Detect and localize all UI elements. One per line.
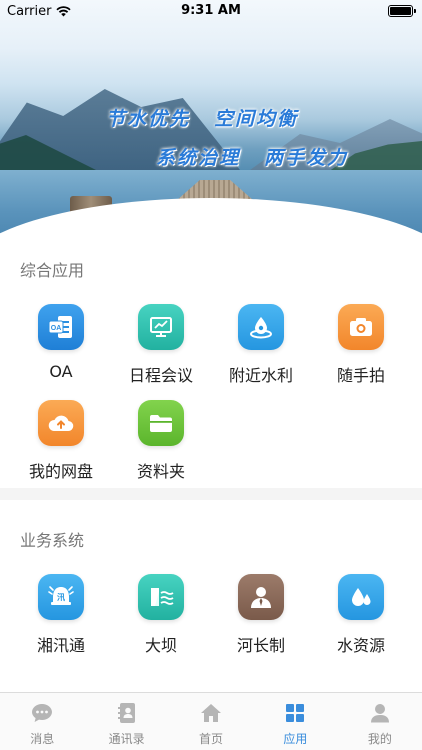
clock: 9:31 AM [181,3,241,18]
app-label: 附近水利 [228,366,293,385]
cloud-upload-icon [38,400,84,446]
app-folder[interactable]: 资料夹 [111,400,211,482]
banner-slogan-line1: 节水优先 空间均衡 [106,104,322,131]
app-snapshot[interactable]: 随手拍 [311,304,411,386]
tab-label: 首页 [199,732,224,746]
slogan-text: 系统治理 [156,147,241,169]
chat-bubble-icon [30,701,54,725]
river-chief-person-icon [238,574,284,620]
water-drops-icon [338,574,384,620]
section-title: 业务系统 [20,531,85,550]
home-icon [199,701,223,725]
banner-slogan-line2: 系统治理 两手发力 [156,143,372,170]
slogan-text: 空间均衡 [214,108,299,130]
tab-home[interactable]: 首页 [169,693,253,750]
dam-icon [138,574,184,620]
status-bar: Carrier 9:31 AM [0,0,422,22]
app-oa[interactable]: OA OA [11,304,111,381]
tab-contacts[interactable]: 通讯录 [84,693,168,750]
app-label: 水资源 [336,636,385,655]
svg-text:OA: OA [51,325,62,332]
water-location-icon [238,304,284,350]
app-label: 随手拍 [336,366,385,385]
tab-label: 通讯录 [108,732,145,746]
tab-label: 消息 [30,732,55,746]
app-label: 湘汛通 [36,636,85,655]
app-label: OA [49,362,73,381]
folder-icon [138,400,184,446]
oa-document-icon: OA [38,304,84,350]
app-screen: 节水优先 空间均衡 系统治理 两手发力 Carrier 9:31 AM 综合应用 [0,0,422,750]
integrated-apps-section: 综合应用 OA OA 日程会议 附近水利 随手拍 我的网盘 资料夹 [0,240,422,488]
presentation-chart-icon [138,304,184,350]
app-dam[interactable]: 大坝 [111,574,211,656]
tab-messages[interactable]: 消息 [0,693,84,750]
camera-icon [338,304,384,350]
tab-label: 我的 [367,732,392,746]
contacts-book-icon [115,701,139,725]
banner-image[interactable]: 节水优先 空间均衡 系统治理 两手发力 [0,0,422,240]
app-river-chief[interactable]: 河长制 [211,574,311,656]
flood-alarm-icon: 汛 [38,574,84,620]
profile-person-icon [368,701,392,725]
bottom-tab-bar: 消息 通讯录 首页 应用 我的 [0,692,422,750]
app-nearby-water[interactable]: 附近水利 [211,304,311,386]
business-systems-section: 业务系统 汛 湘汛通 大坝 河长制 水资源 [0,500,422,690]
battery-icon [388,5,416,17]
tab-mine[interactable]: 我的 [338,693,422,750]
app-my-netdisk[interactable]: 我的网盘 [11,400,111,482]
svg-text:汛: 汛 [57,592,65,602]
app-xiangxuntong[interactable]: 汛 湘汛通 [11,574,111,656]
slogan-text: 两手发力 [264,147,349,169]
app-water-resources[interactable]: 水资源 [311,574,411,656]
tab-label: 应用 [283,732,308,746]
app-label: 河长制 [236,636,285,655]
tab-apps[interactable]: 应用 [253,693,337,750]
app-label: 大坝 [144,636,177,655]
apps-grid-icon [283,701,307,725]
app-schedule-meeting[interactable]: 日程会议 [111,304,211,386]
app-label: 资料夹 [136,462,185,481]
app-label: 日程会议 [128,366,193,385]
section-divider [0,488,422,500]
section-title: 综合应用 [20,261,85,280]
app-label: 我的网盘 [28,462,93,481]
slogan-text: 节水优先 [106,108,191,130]
